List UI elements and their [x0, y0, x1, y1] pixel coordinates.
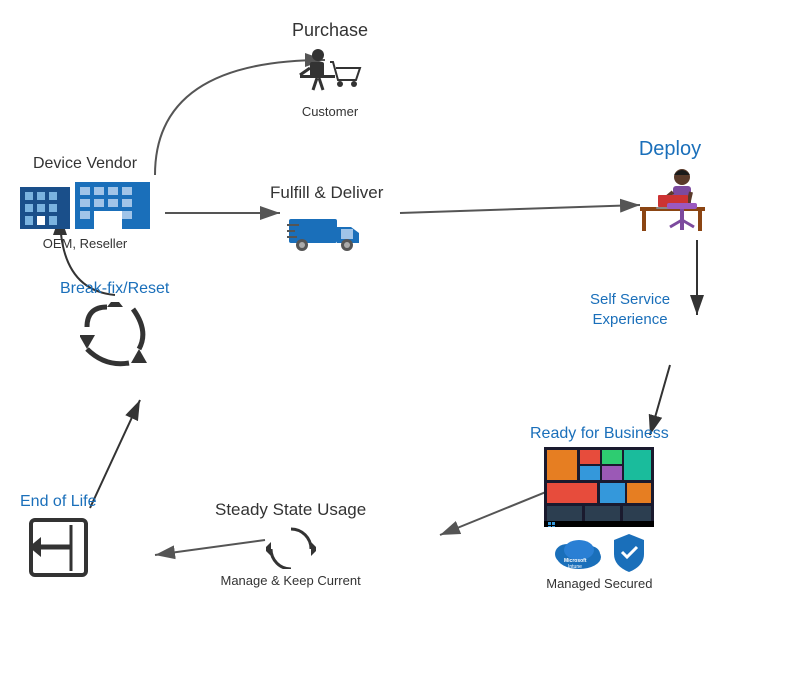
- break-fix-icon: [80, 302, 150, 367]
- device-vendor-icon: [15, 177, 155, 232]
- ready-for-business-icon: [544, 447, 654, 527]
- device-vendor-label: Device Vendor: [33, 155, 137, 173]
- deploy-label: Deploy: [639, 138, 701, 161]
- steady-state-icon: [266, 524, 316, 569]
- fulfill-label: Fulfill & Deliver: [270, 183, 383, 203]
- deploy-icon: [630, 165, 710, 240]
- device-vendor-sublabel: OEM, Reseller: [43, 236, 128, 251]
- managed-icons: Microsoft Intune: [552, 532, 647, 572]
- steady-state-sublabel: Manage & Keep Current: [221, 573, 361, 588]
- break-fix-node: Break-fix/Reset: [60, 280, 169, 367]
- steady-state-node: Steady State Usage Manage & Keep Current: [215, 500, 366, 588]
- deploy-node: Deploy: [630, 138, 710, 240]
- managed-secured-label: Managed Secured: [546, 576, 652, 591]
- end-of-life-label: End of Life: [20, 493, 97, 511]
- ready-for-business-node: Ready for Business: [530, 425, 669, 591]
- purchase-icon: [290, 45, 370, 100]
- end-of-life-node: End of Life: [20, 493, 97, 580]
- svg-text:Intune: Intune: [568, 564, 582, 570]
- purchase-label: Purchase: [292, 20, 368, 41]
- fulfill-icon: [287, 207, 367, 252]
- ready-for-business-label: Ready for Business: [530, 425, 669, 443]
- end-of-life-icon: [26, 515, 91, 580]
- fulfill-node: Fulfill & Deliver: [270, 183, 383, 252]
- self-service-label: Self ServiceExperience: [590, 290, 670, 329]
- purchase-node: Purchase Customer: [290, 20, 370, 119]
- device-vendor-node: Device Vendor: [15, 155, 155, 251]
- diagram: Purchase Customer Dev: [0, 0, 792, 678]
- steady-state-label: Steady State Usage: [215, 500, 366, 520]
- self-service-node: Self ServiceExperience: [590, 290, 670, 333]
- break-fix-label: Break-fix/Reset: [60, 280, 169, 298]
- purchase-sublabel: Customer: [302, 104, 358, 119]
